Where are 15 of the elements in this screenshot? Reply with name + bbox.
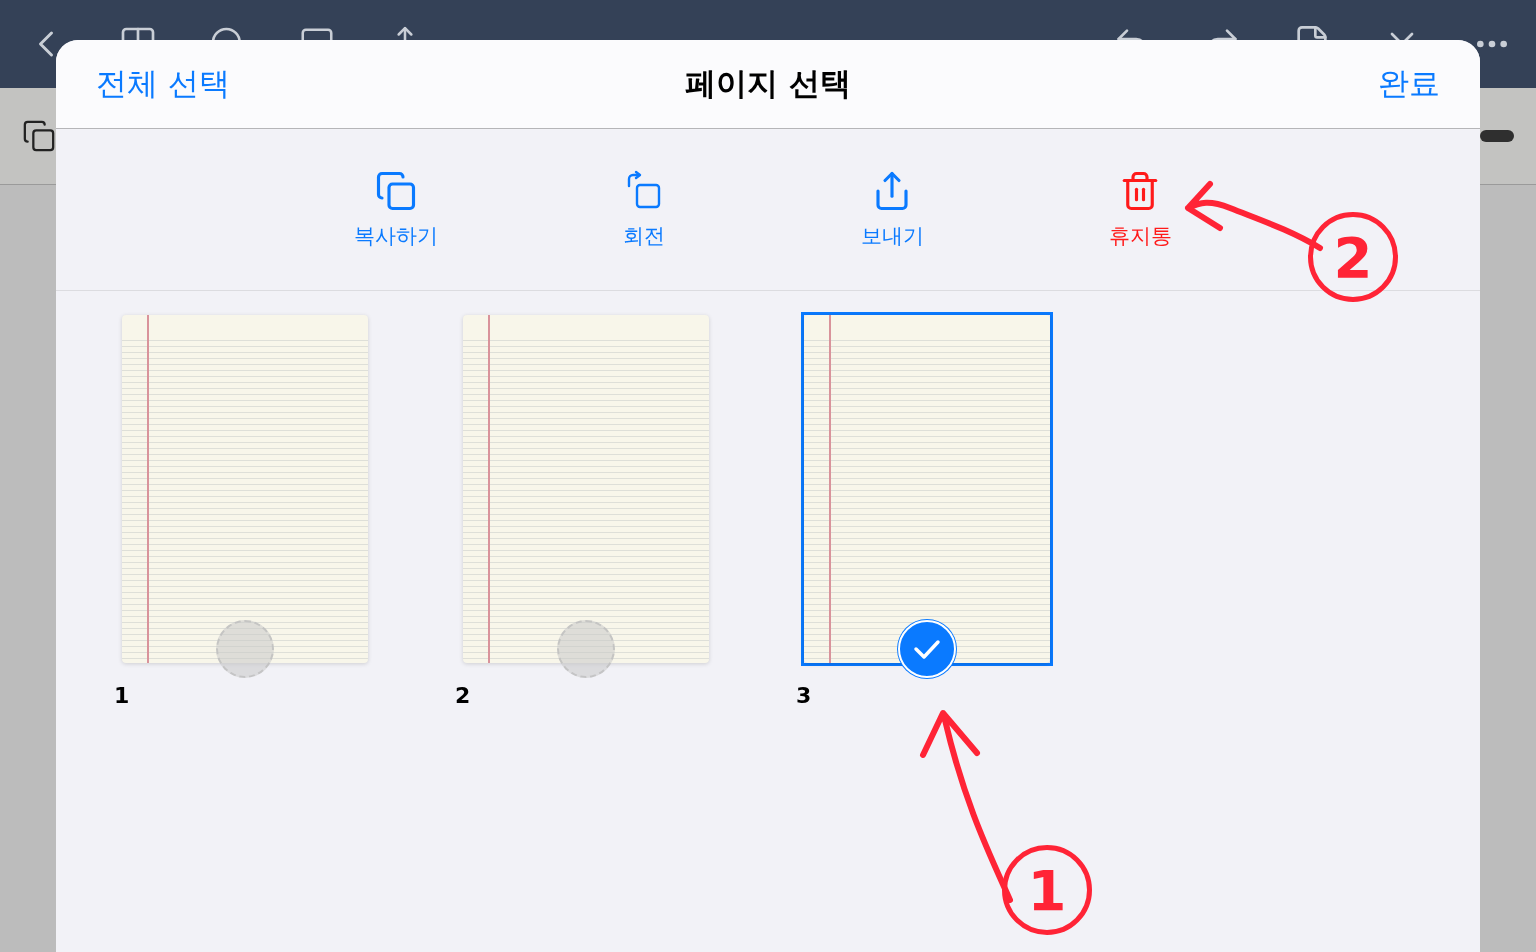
select-all-button[interactable]: 전체 선택	[96, 63, 230, 105]
rotate-button[interactable]: 회전	[520, 169, 768, 250]
copy-icon	[375, 169, 417, 212]
copy-button[interactable]: 복사하기	[272, 169, 520, 250]
share-button[interactable]: 보내기	[768, 169, 1016, 250]
done-button[interactable]: 완료	[1378, 63, 1440, 105]
sheet-title: 페이지 선택	[685, 64, 851, 103]
trash-button[interactable]: 휴지통	[1016, 169, 1264, 250]
checkmark-icon[interactable]	[898, 620, 956, 678]
circled-number: 2	[1308, 212, 1398, 302]
page-number: 1	[114, 683, 130, 708]
circled-number: 1	[1002, 845, 1092, 935]
page-number: 3	[796, 683, 812, 708]
page-number: 2	[455, 683, 471, 708]
tool-indicator	[1480, 130, 1514, 142]
